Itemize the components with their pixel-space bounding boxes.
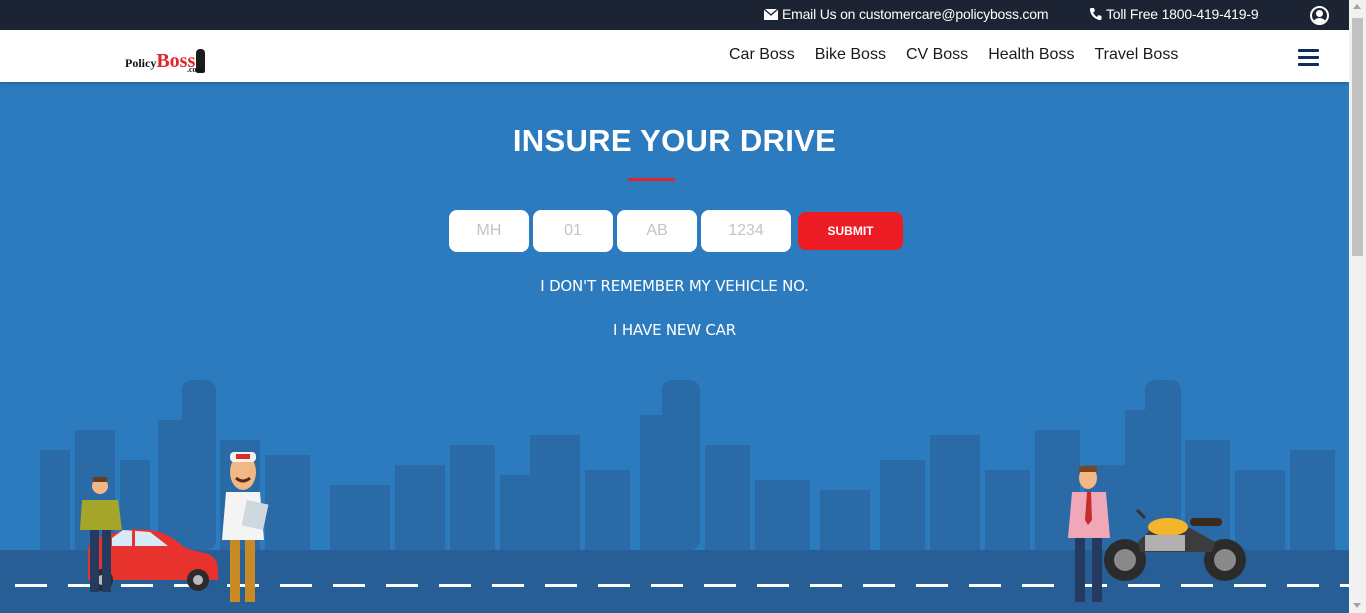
nav-travel-boss[interactable]: Travel Boss [1094,46,1178,64]
nav-cv-boss[interactable]: CV Boss [906,46,968,64]
nav-car-boss[interactable]: Car Boss [729,46,795,64]
vehicle-registration-form: SUBMIT [449,210,903,252]
email-contact[interactable]: Email Us on customercare@policyboss.com [764,6,1048,22]
submit-button[interactable]: SUBMIT [798,212,903,250]
main-navbar: Policy Boss .com Car Boss Bike Boss CV B… [0,30,1349,82]
vehicle-number-input[interactable] [701,210,791,252]
hamburger-line [1298,63,1319,66]
rto-code-input[interactable] [533,210,613,252]
page-scrollbar[interactable] [1349,0,1366,613]
hero-title: INSURE YOUR DRIVE [512,123,837,158]
scrollbar-thumb[interactable] [1352,18,1363,256]
hamburger-line [1298,49,1319,52]
forgot-vehicle-number-link[interactable]: I DON'T REMEMBER MY VEHICLE NO. [0,277,1349,295]
user-account-icon[interactable] [1310,6,1329,25]
scroll-down-arrow-icon[interactable] [1353,603,1361,608]
state-code-input[interactable] [449,210,529,252]
email-text: Email Us on customercare@policyboss.com [782,6,1049,22]
nav-health-boss[interactable]: Health Boss [988,46,1074,64]
phone-text: Toll Free 1800-419-419-9 [1106,6,1259,22]
policyboss-logo[interactable]: Policy Boss .com [125,47,206,74]
hamburger-menu-icon[interactable] [1298,49,1319,66]
envelope-icon [764,8,778,20]
series-code-input[interactable] [617,210,697,252]
new-car-link[interactable]: I HAVE NEW CAR [0,321,1349,339]
city-street-illustration [0,380,1349,613]
hamburger-line [1298,56,1319,59]
title-underline [628,178,675,181]
nav-links: Car Boss Bike Boss CV Boss Health Boss T… [729,46,1178,64]
top-contact-bar: Email Us on customercare@policyboss.com … [0,0,1349,30]
scroll-up-arrow-icon[interactable] [1353,4,1361,9]
logo-text-com: .com [187,65,204,74]
phone-contact[interactable]: Toll Free 1800-419-419-9 [1089,6,1259,22]
nav-bike-boss[interactable]: Bike Boss [815,46,886,64]
logo-text-policy: Policy [125,56,157,70]
phone-icon [1090,8,1102,21]
